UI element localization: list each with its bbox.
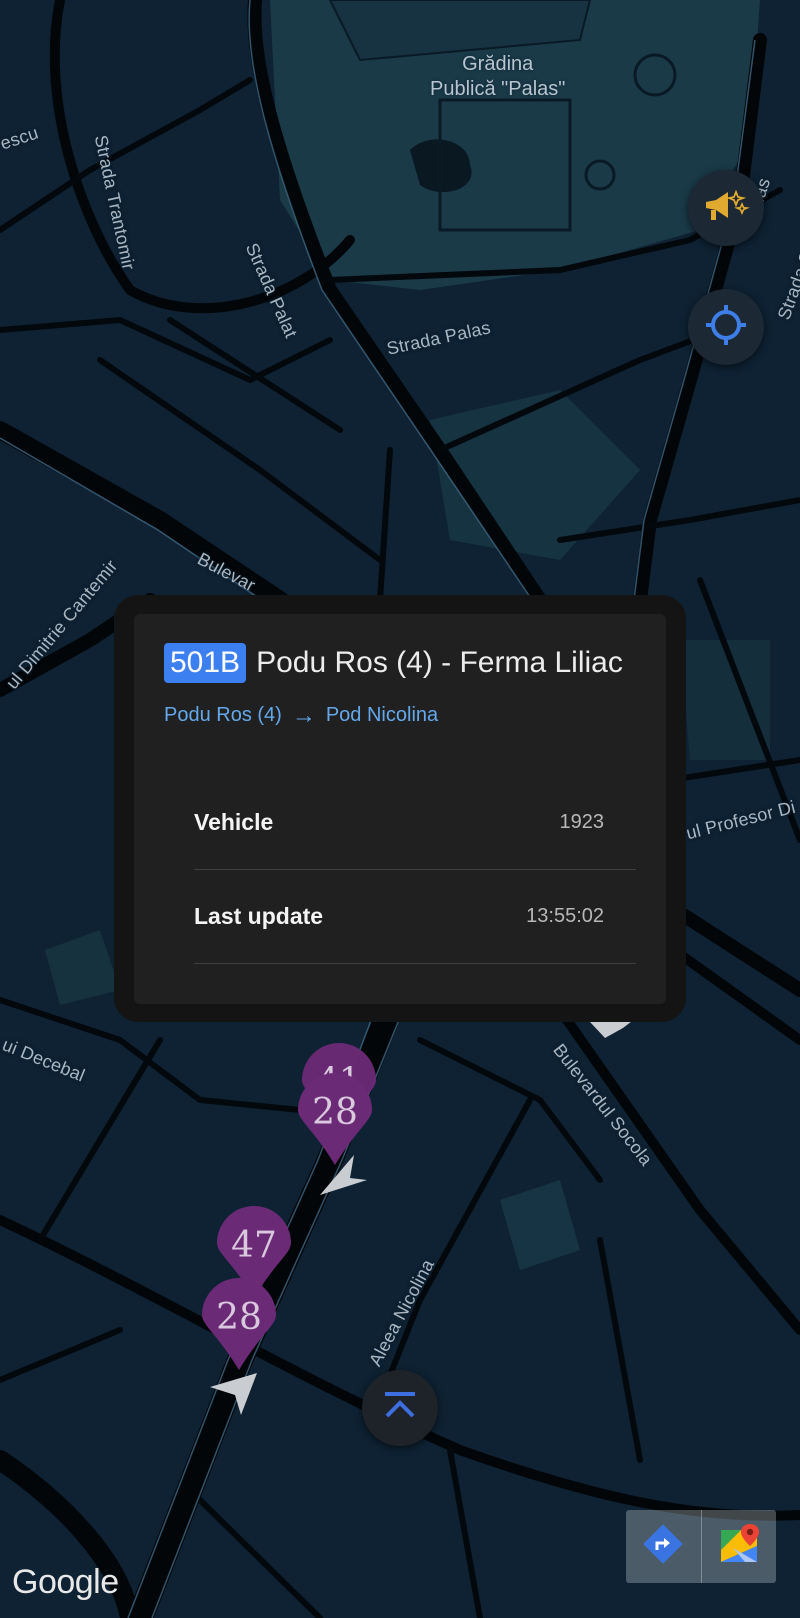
my-location-icon xyxy=(704,303,748,352)
park-label-line2: Publică "Palas" xyxy=(430,78,566,100)
arrow-right-icon: → xyxy=(291,701,316,729)
from-stop-link[interactable]: Podu Ros (4) xyxy=(164,704,282,727)
megaphone-sparkle-icon xyxy=(702,186,750,231)
google-logo: Google xyxy=(12,1563,119,1601)
last-update-label: Last update xyxy=(194,903,324,929)
to-stop-link[interactable]: Pod Nicolina xyxy=(326,704,438,727)
open-in-google-maps-button[interactable] xyxy=(702,1510,777,1583)
vehicle-info-card[interactable]: 501B Podu Ros (4) - Ferma Liliac Podu Ro… xyxy=(134,614,666,1004)
park-label-line1: Grădina xyxy=(462,53,534,75)
vehicle-pin-number: 28 xyxy=(312,1092,358,1133)
google-maps-icon xyxy=(717,1522,761,1571)
park-label: Grădina Publică "Palas" xyxy=(430,52,565,102)
map-toolbar xyxy=(626,1510,776,1583)
directions-button[interactable] xyxy=(626,1510,701,1583)
last-update-row: Last update 13:55:02 xyxy=(194,870,636,964)
vehicle-row: Vehicle 1923 xyxy=(194,776,636,870)
route-name: Podu Ros (4) - Ferma Liliac xyxy=(256,646,623,679)
announcements-button[interactable] xyxy=(688,170,764,246)
route-number-badge: 501B xyxy=(164,643,247,683)
vehicle-heading-arrow xyxy=(320,1155,367,1195)
directions-icon xyxy=(643,1524,684,1569)
route-title: 501B Podu Ros (4) - Ferma Liliac xyxy=(164,643,623,683)
my-location-button[interactable] xyxy=(688,289,764,365)
vehicle-heading-arrow xyxy=(210,1373,257,1415)
vehicle-value: 1923 xyxy=(559,811,605,833)
collapse-sheet-button[interactable] xyxy=(362,1370,438,1446)
vehicle-pin-number: 47 xyxy=(231,1225,277,1266)
vehicle-pin[interactable]: 28 xyxy=(198,1275,280,1375)
chevron-up-icon xyxy=(382,1391,418,1426)
vehicle-label: Vehicle xyxy=(194,809,274,835)
route-direction: Podu Ros (4) → Pod Nicolina xyxy=(164,701,438,729)
last-update-value: 13:55:02 xyxy=(526,905,604,927)
vehicle-pin-number: 28 xyxy=(216,1297,262,1338)
